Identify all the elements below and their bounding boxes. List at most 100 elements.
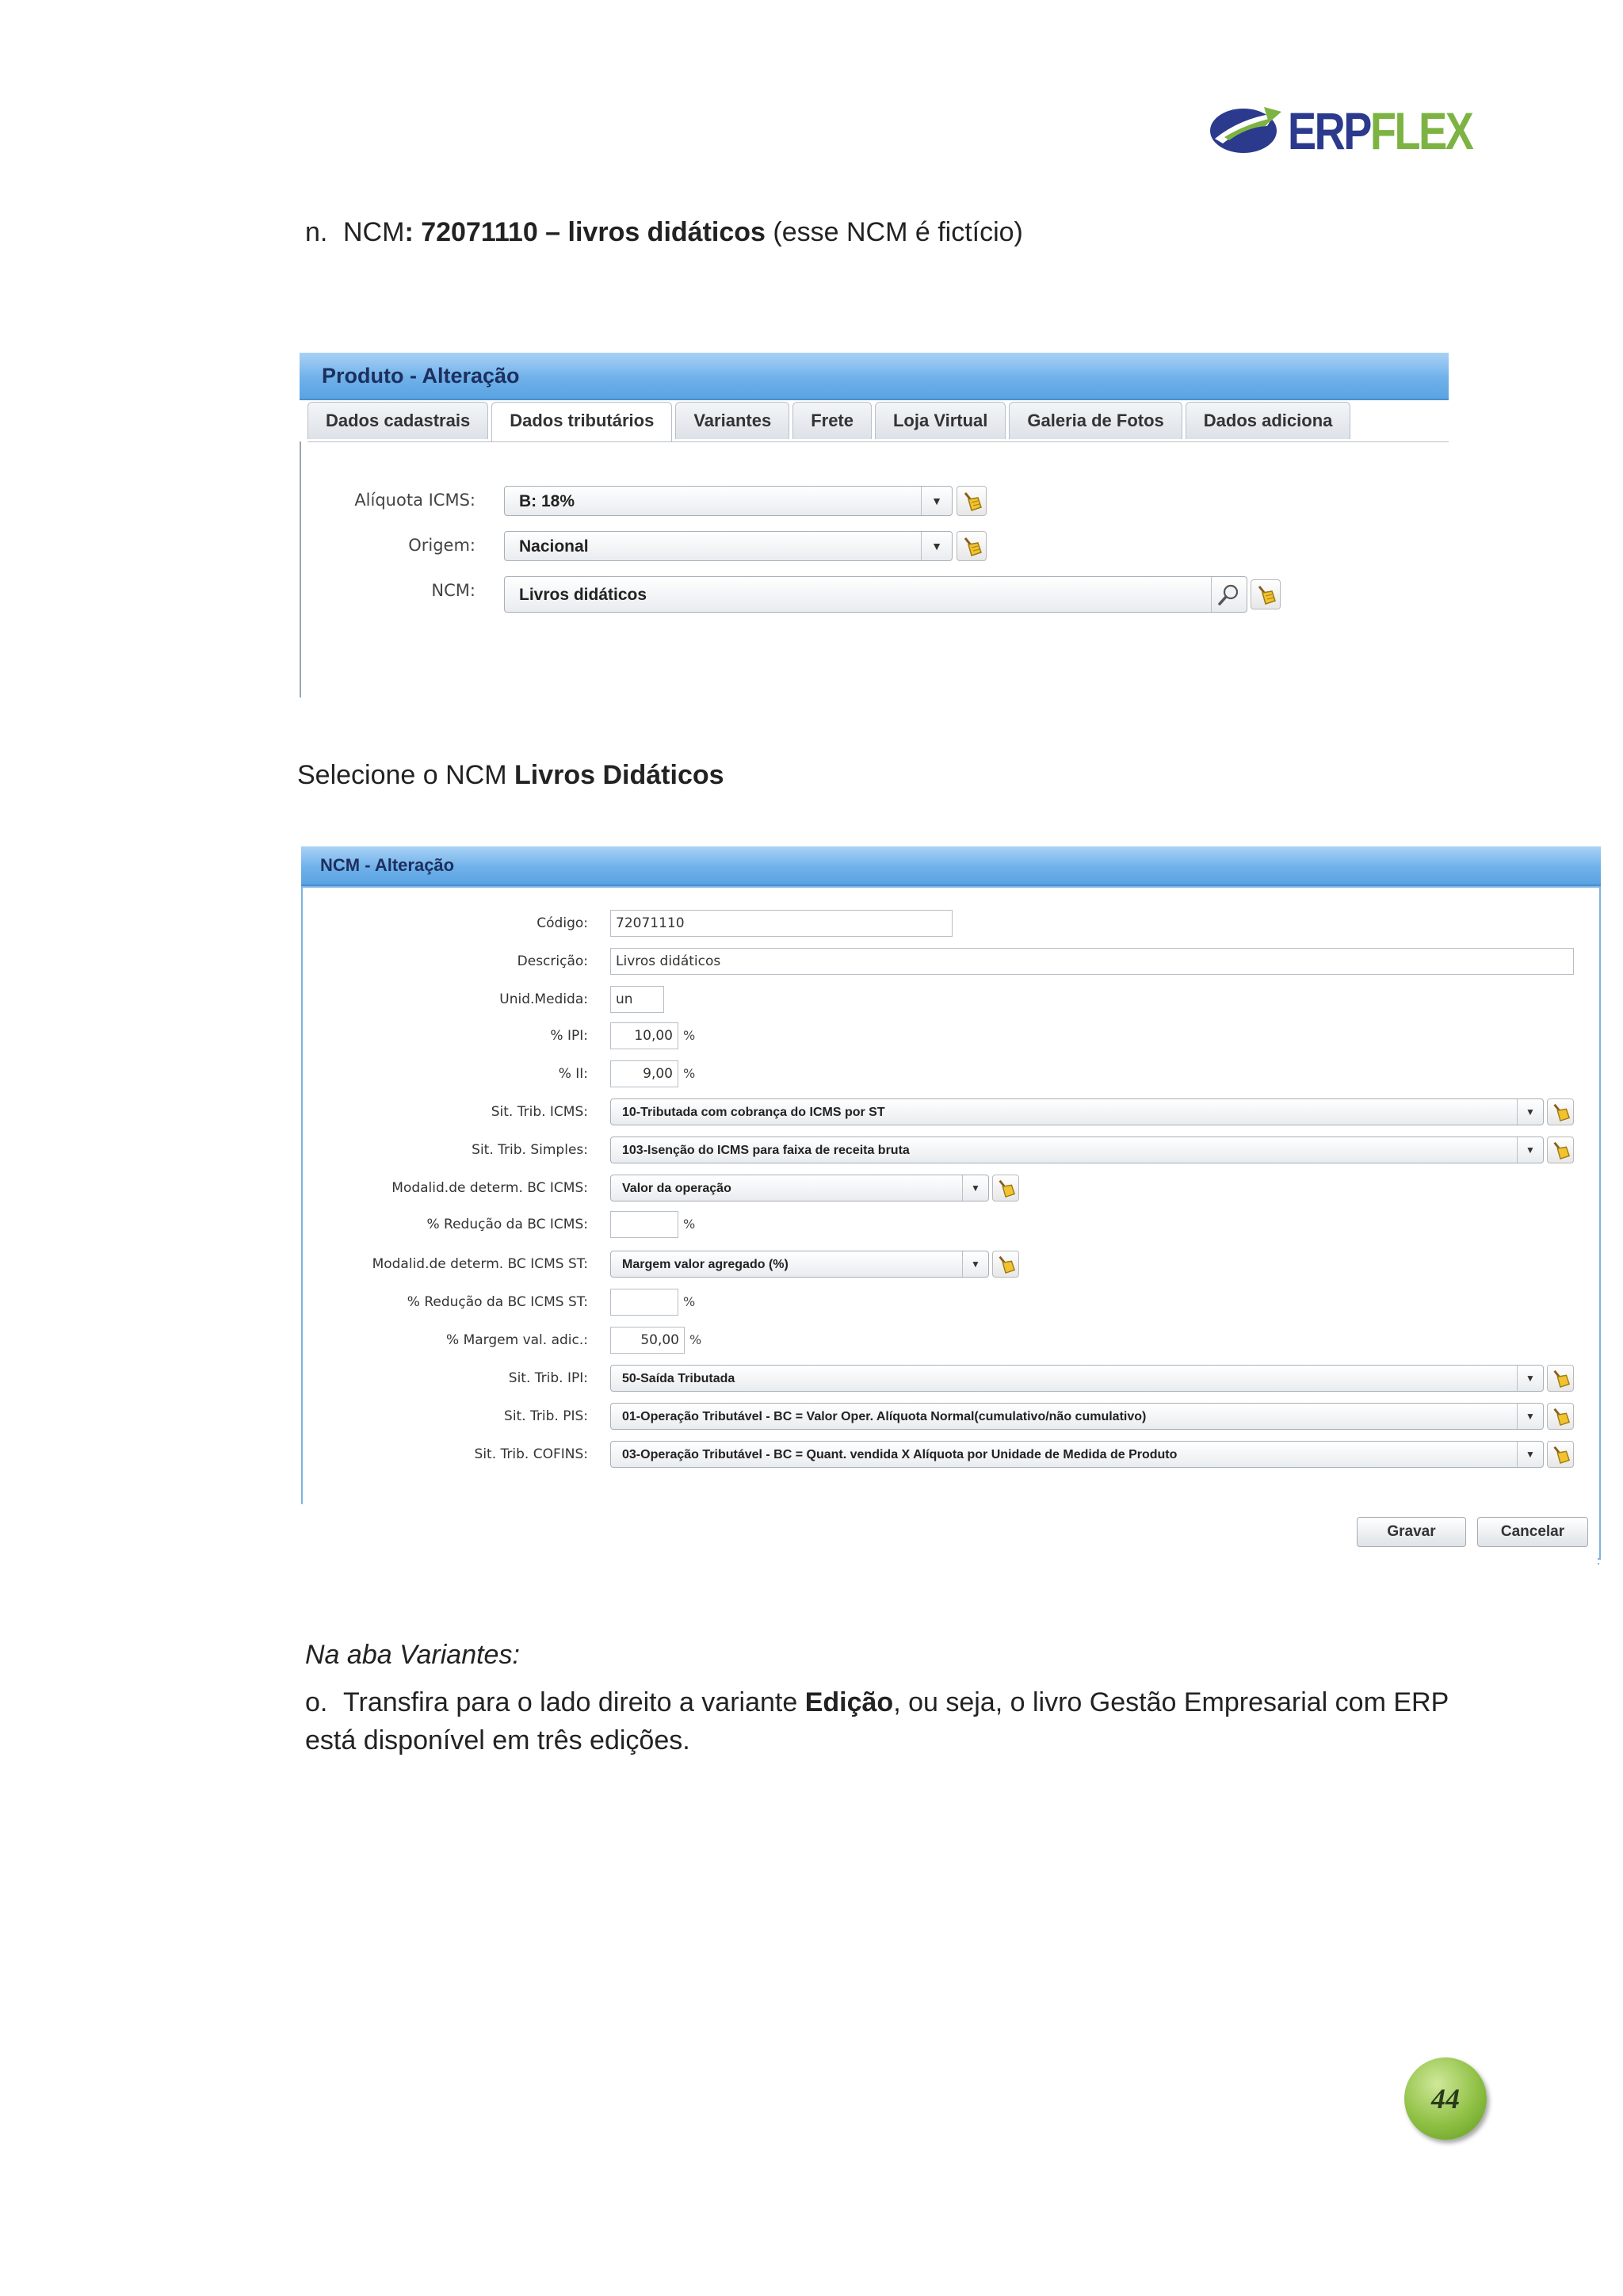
origem-select[interactable]: Nacional ▼ — [504, 531, 953, 561]
sit-pis-value: 01-Operação Tributável - BC = Valor Oper… — [622, 1410, 1147, 1423]
chevron-down-icon[interactable]: ▼ — [1517, 1099, 1543, 1125]
aliquota-icms-value: B: 18% — [519, 492, 575, 510]
reducao-bc-input[interactable] — [610, 1211, 678, 1238]
clear-sit-ipi-button[interactable] — [1547, 1365, 1574, 1392]
modalid-bc-st-label: Modalid.de determ. BC ICMS ST: — [372, 1256, 588, 1272]
descricao-input[interactable]: Livros didáticos — [610, 948, 1574, 975]
magnifier-search-icon — [1218, 584, 1239, 606]
codigo-input[interactable]: 72071110 — [610, 910, 953, 937]
chevron-down-icon[interactable]: ▼ — [1517, 1366, 1543, 1391]
reducao-bc-label: % Redução da BC ICMS: — [426, 1217, 588, 1232]
broom-clear-icon — [1553, 1446, 1571, 1465]
descricao-label: Descrição: — [517, 953, 588, 969]
broom-clear-icon — [964, 537, 982, 556]
erpflex-logo-icon — [1210, 107, 1281, 153]
tab-bar: Dados cadastrais Dados tributários Varia… — [307, 402, 1449, 442]
chevron-down-icon[interactable]: ▼ — [962, 1251, 988, 1277]
ncm-lookup-field[interactable]: Livros didáticos — [504, 576, 1247, 613]
clear-sit-cofins-button[interactable] — [1547, 1441, 1574, 1468]
ncm-search-button[interactable] — [1211, 577, 1247, 612]
ii-label: % II: — [558, 1066, 588, 1082]
aliquota-icms-select[interactable]: B: 18% ▼ — [504, 486, 953, 516]
unid-medida-label: Unid.Medida: — [499, 991, 588, 1007]
modalid-bc-value: Valor da operação — [622, 1182, 731, 1195]
ncm-value: Livros didáticos — [519, 586, 647, 604]
erpflex-logo: ERPFLEX — [1209, 99, 1474, 162]
ipi-input[interactable]: 10,00 — [610, 1022, 678, 1049]
sit-icms-label: Sit. Trib. ICMS: — [491, 1104, 588, 1120]
clear-ncm-button[interactable] — [1251, 579, 1281, 609]
tab-dados-cadastrais[interactable]: Dados cadastrais — [307, 402, 489, 439]
ncm-note: (esse NCM é fictício) — [765, 217, 1023, 247]
ii-unit: % — [683, 1066, 696, 1081]
modalid-bc-st-select[interactable]: Margem valor agregado (%) ▼ — [610, 1251, 989, 1278]
unid-medida-input[interactable]: un — [610, 986, 664, 1013]
window-title: NCM - Alteração — [301, 846, 1601, 886]
clear-modalid-bc-st-button[interactable] — [992, 1251, 1019, 1278]
ncm-form: Código: 72071110 Descrição: Livros didát… — [303, 888, 1599, 1564]
sit-cofins-value: 03-Operação Tributável - BC = Quant. ven… — [622, 1448, 1178, 1461]
sit-icms-select[interactable]: 10-Tributada com cobrança do ICMS por ST… — [610, 1098, 1544, 1125]
modalid-bc-label: Modalid.de determ. BC ICMS: — [391, 1180, 588, 1196]
clear-modalid-bc-button[interactable] — [992, 1175, 1019, 1201]
ncm-prefix: NCM — [343, 217, 405, 247]
sit-simples-value: 103-Isenção do ICMS para faixa de receit… — [622, 1144, 910, 1157]
chevron-down-icon[interactable]: ▼ — [921, 532, 952, 560]
panel-border — [300, 441, 301, 697]
sit-icms-value: 10-Tributada com cobrança do ICMS por ST — [622, 1106, 885, 1119]
reducao-bc-st-input[interactable] — [610, 1289, 678, 1316]
margem-input[interactable]: 50,00 — [610, 1327, 685, 1354]
chevron-down-icon[interactable]: ▼ — [1517, 1137, 1543, 1163]
cancelar-button[interactable]: Cancelar — [1477, 1517, 1588, 1547]
clear-sit-icms-button[interactable] — [1547, 1098, 1574, 1125]
page-number-badge: 44 — [1404, 2057, 1487, 2140]
chevron-down-icon[interactable]: ▼ — [962, 1175, 988, 1201]
item-o-paragraph: o. Transfira para o lado direito a varian… — [305, 1684, 1462, 1759]
margem-unit: % — [689, 1332, 702, 1347]
tab-frete[interactable]: Frete — [792, 402, 872, 439]
reducao-bc-st-label: % Redução da BC ICMS ST: — [407, 1294, 588, 1310]
tab-galeria-de-fotos[interactable]: Galeria de Fotos — [1009, 402, 1182, 439]
sit-simples-label: Sit. Trib. Simples: — [472, 1142, 588, 1158]
reducao-bc-unit: % — [683, 1217, 696, 1232]
tab-loja-virtual[interactable]: Loja Virtual — [874, 402, 1006, 439]
list-marker: n. — [305, 217, 328, 247]
sit-pis-select[interactable]: 01-Operação Tributável - BC = Valor Oper… — [610, 1403, 1544, 1430]
tab-dados-adicionais[interactable]: Dados adiciona — [1185, 402, 1351, 439]
chevron-down-icon[interactable]: ▼ — [1517, 1442, 1543, 1467]
modalid-bc-select[interactable]: Valor da operação ▼ — [610, 1175, 989, 1201]
clear-sit-pis-button[interactable] — [1547, 1403, 1574, 1430]
caption-bold: Livros Didáticos — [514, 760, 724, 790]
gravar-button[interactable]: Gravar — [1357, 1517, 1466, 1547]
sit-ipi-select[interactable]: 50-Saída Tributada ▼ — [610, 1365, 1544, 1392]
logo-text-flex: FLEX — [1369, 101, 1474, 160]
origem-label: Origem: — [408, 536, 475, 555]
select-ncm-caption: Selecione o NCM Livros Didáticos — [297, 757, 724, 795]
clear-sit-simples-button[interactable] — [1547, 1137, 1574, 1163]
item-n-paragraph: n. NCM: 72071110 – livros didáticos (esse… — [305, 214, 1023, 252]
chevron-down-icon[interactable]: ▼ — [921, 487, 952, 515]
broom-clear-icon — [1553, 1408, 1571, 1427]
list-marker: o. — [305, 1687, 328, 1717]
tab-divider — [307, 441, 1449, 442]
ipi-label: % IPI: — [550, 1028, 588, 1044]
aba-variantes-caption: Na aba Variantes: — [305, 1640, 520, 1670]
sit-cofins-select[interactable]: 03-Operação Tributável - BC = Quant. ven… — [610, 1441, 1544, 1468]
tab-dados-tributarios[interactable]: Dados tributários — [491, 402, 673, 442]
broom-clear-icon — [1553, 1141, 1571, 1160]
sit-simples-select[interactable]: 103-Isenção do ICMS para faixa de receit… — [610, 1137, 1544, 1163]
modalid-bc-st-value: Margem valor agregado (%) — [622, 1258, 789, 1271]
clear-origem-button[interactable] — [957, 531, 987, 561]
sit-ipi-label: Sit. Trib. IPI: — [508, 1370, 588, 1386]
broom-clear-icon — [1553, 1370, 1571, 1389]
ncm-form-body: Código: 72071110 Descrição: Livros didát… — [301, 886, 1601, 1564]
broom-clear-icon — [1258, 586, 1276, 605]
origem-value: Nacional — [519, 537, 589, 556]
chevron-down-icon[interactable]: ▼ — [1517, 1404, 1543, 1429]
ii-input[interactable]: 9,00 — [610, 1060, 678, 1087]
item-o-prefix: Transfira para o lado direito a variante — [343, 1687, 805, 1717]
clear-aliquota-button[interactable] — [957, 486, 987, 516]
window-title: Produto - Alteração — [300, 353, 1449, 400]
broom-clear-icon — [999, 1255, 1016, 1274]
tab-variantes[interactable]: Variantes — [675, 402, 790, 439]
